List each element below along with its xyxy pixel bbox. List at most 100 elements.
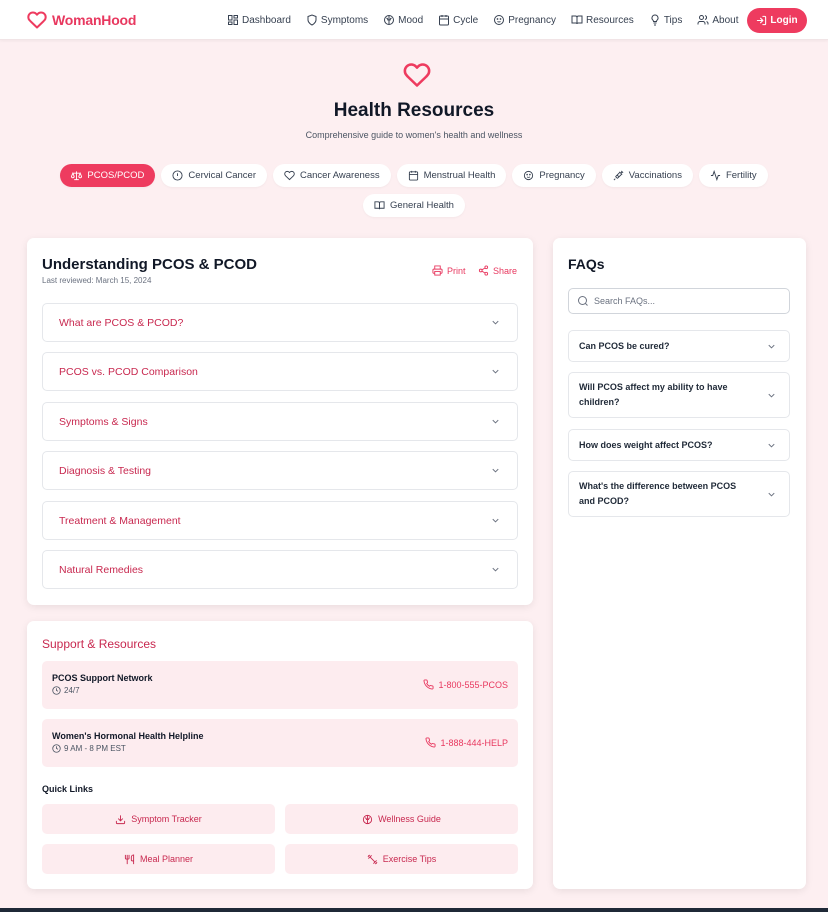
login-button[interactable]: Login [747, 8, 807, 33]
nav-item-about[interactable]: About [697, 14, 738, 26]
helpline-phone-link[interactable]: 1-800-555-PCOS [423, 679, 508, 690]
tab-label: Vaccinations [628, 170, 682, 181]
tab-cervical-cancer[interactable]: Cervical Cancer [161, 164, 267, 187]
accordion-label: PCOS vs. PCOD Comparison [59, 365, 198, 378]
nav-item-resources[interactable]: Resources [571, 14, 634, 26]
quick-link-exercise-tips[interactable]: Exercise Tips [285, 844, 518, 874]
faq-search-input[interactable] [594, 296, 784, 306]
clock-icon [52, 744, 61, 753]
tab-label: Cervical Cancer [188, 170, 256, 181]
nav-item-label: Pregnancy [508, 14, 556, 26]
print-label: Print [447, 265, 466, 276]
accordion-natural-remedies[interactable]: Natural Remedies [42, 550, 518, 589]
accordion-label: Natural Remedies [59, 563, 144, 576]
faq-search-box [568, 288, 790, 314]
faq-title: FAQs [568, 256, 605, 272]
tab-label: Fertility [725, 170, 757, 181]
helpline-item: Women's Hormonal Health Helpline 9 AM - … [42, 719, 518, 767]
alert-circle-icon [172, 170, 183, 181]
tab-menstrual-health[interactable]: Menstrual Health [396, 164, 507, 187]
dumbbell-icon [367, 854, 378, 865]
brain-icon [383, 14, 395, 26]
helpline-phone-link[interactable]: 1-888-444-HELP [425, 737, 508, 748]
login-label: Login [770, 15, 798, 26]
accordion-label: Treatment & Management [59, 514, 181, 527]
faq-question: Can PCOS be cured? [579, 340, 670, 351]
accordion-label: Diagnosis & Testing [59, 464, 152, 477]
printer-icon [432, 265, 443, 276]
page-bottom-edge [0, 908, 828, 912]
accordion-what-are-pcos[interactable]: What are PCOS & PCOD? [42, 303, 518, 342]
brand-name: WomanHood [52, 12, 137, 28]
category-tabs-row-2: General Health [0, 194, 828, 217]
accordion-pcos-vs-pcod[interactable]: PCOS vs. PCOD Comparison [42, 352, 518, 391]
phone-icon [425, 737, 436, 748]
article-card: Understanding PCOS & PCOD Last reviewed:… [27, 238, 533, 605]
calendar-icon [438, 14, 450, 26]
syringe-icon [613, 170, 624, 181]
lightbulb-icon [649, 14, 661, 26]
faq-question: How does weight affect PCOS? [579, 439, 713, 450]
book-icon [571, 14, 583, 26]
chevron-down-icon [766, 341, 777, 352]
tab-pcos-pcod[interactable]: PCOS/PCOD [60, 164, 156, 187]
tab-general-health[interactable]: General Health [363, 194, 465, 217]
tab-cancer-awareness[interactable]: Cancer Awareness [273, 164, 391, 187]
helpline-item: PCOS Support Network 24/7 1-800-555-PCOS [42, 661, 518, 709]
brand-logo[interactable]: WomanHood [27, 10, 136, 30]
tab-fertility[interactable]: Fertility [698, 164, 768, 187]
nav-item-dashboard[interactable]: Dashboard [227, 14, 291, 26]
accordion-label: Symptoms & Signs [59, 415, 148, 428]
chevron-down-icon [490, 515, 501, 526]
top-navbar: WomanHood Dashboard Symptoms Mood Cycle … [0, 0, 828, 40]
nav-item-label: Symptoms [320, 14, 369, 26]
tab-label: Pregnancy [539, 170, 585, 181]
baby-icon [523, 170, 534, 181]
helpline-phone: 1-800-555-PCOS [438, 679, 508, 690]
nav-item-symptoms[interactable]: Symptoms [306, 14, 368, 26]
category-tabs: PCOS/PCOD Cervical Cancer Cancer Awarene… [0, 164, 828, 187]
nav-item-label: About [712, 14, 739, 26]
faq-item[interactable]: What's the difference between PCOS and P… [568, 471, 790, 517]
accordion-label: What are PCOS & PCOD? [59, 316, 184, 329]
accordion-symptoms-signs[interactable]: Symptoms & Signs [42, 402, 518, 441]
helpline-hours: 9 AM - 8 PM EST [52, 744, 126, 753]
clock-icon [52, 686, 61, 695]
article-title: Understanding PCOS & PCOD [42, 256, 258, 273]
quick-link-label: Exercise Tips [382, 854, 437, 864]
nav-item-pregnancy[interactable]: Pregnancy [493, 14, 556, 26]
quick-link-symptom-tracker[interactable]: Symptom Tracker [42, 804, 275, 834]
chevron-down-icon [490, 564, 501, 575]
accordion-diagnosis-testing[interactable]: Diagnosis & Testing [42, 451, 518, 490]
accordion-treatment-management[interactable]: Treatment & Management [42, 501, 518, 540]
share-button[interactable]: Share [478, 265, 517, 276]
quick-link-wellness-guide[interactable]: Wellness Guide [285, 804, 518, 834]
nav-item-cycle[interactable]: Cycle [438, 14, 478, 26]
faq-question: Will PCOS affect my ability to have chil… [579, 382, 728, 407]
quick-link-label: Symptom Tracker [131, 814, 202, 824]
nav-item-label: Cycle [453, 14, 479, 26]
chevron-down-icon [490, 317, 501, 328]
nav-item-tips[interactable]: Tips [649, 14, 682, 26]
calendar-icon [408, 170, 419, 181]
chevron-down-icon [766, 440, 777, 451]
quick-link-meal-planner[interactable]: Meal Planner [42, 844, 275, 874]
chevron-down-icon [490, 416, 501, 427]
scale-icon [71, 170, 83, 181]
faq-item[interactable]: How does weight affect PCOS? [568, 429, 790, 461]
tab-vaccinations[interactable]: Vaccinations [601, 164, 693, 187]
chevron-down-icon [490, 465, 501, 476]
faq-item[interactable]: Can PCOS be cured? [568, 330, 790, 362]
nav-item-label: Resources [586, 14, 634, 26]
helpline-hours: 24/7 [52, 686, 80, 695]
page-subtitle: Comprehensive guide to women's health an… [305, 130, 523, 140]
utensils-icon [124, 853, 135, 865]
quick-link-label: Wellness Guide [378, 814, 441, 824]
helpline-name: Women's Hormonal Health Helpline [52, 731, 204, 741]
quick-link-label: Meal Planner [139, 854, 194, 864]
print-button[interactable]: Print [432, 265, 466, 276]
nav-item-mood[interactable]: Mood [383, 14, 423, 26]
download-icon [115, 814, 126, 825]
tab-pregnancy[interactable]: Pregnancy [512, 164, 596, 187]
faq-item[interactable]: Will PCOS affect my ability to have chil… [568, 372, 790, 418]
